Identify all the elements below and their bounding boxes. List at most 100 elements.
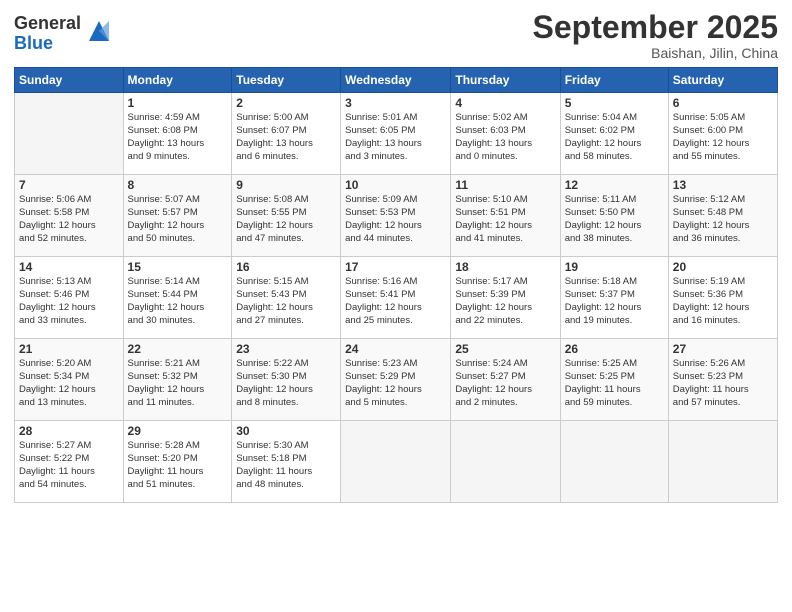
- table-row: 17Sunrise: 5:16 AMSunset: 5:41 PMDayligh…: [341, 257, 451, 339]
- table-row: 3 Sunrise: 5:01 AMSunset: 6:05 PMDaylight…: [341, 93, 451, 175]
- day-number: 4: [455, 96, 555, 110]
- day-info: Sunrise: 5:05 AMSunset: 6:00 PMDaylight:…: [673, 112, 773, 163]
- table-row: 14 Sunrise: 5:13 AMSunset: 5:46 PMDayligh…: [15, 257, 124, 339]
- header: General Blue September 2025 Baishan, Jil…: [14, 10, 778, 61]
- table-row: 2 Sunrise: 5:00 AMSunset: 6:07 PMDaylight…: [232, 93, 341, 175]
- day-info: Sunrise: 5:10 AMSunset: 5:51 PMDaylight:…: [455, 194, 555, 245]
- day-number: 26: [565, 342, 664, 356]
- day-number: 15: [128, 260, 228, 274]
- day-info: Sunrise: 5:08 AMSunset: 5:55 PMDaylight:…: [236, 194, 336, 245]
- day-info: Sunrise: 5:00 AMSunset: 6:07 PMDaylight:…: [236, 112, 336, 163]
- day-number: 18: [455, 260, 555, 274]
- table-row: 27 Sunrise: 5:26 AMSunset: 5:23 PMDayligh…: [668, 339, 777, 421]
- day-info: Sunrise: 5:09 AMSunset: 5:53 PMDaylight:…: [345, 194, 446, 245]
- day-info: Sunrise: 5:01 AMSunset: 6:05 PMDaylight:…: [345, 112, 446, 163]
- page: General Blue September 2025 Baishan, Jil…: [0, 0, 792, 612]
- day-number: 16: [236, 260, 336, 274]
- day-info: Sunrise: 5:06 AMSunset: 5:58 PMDaylight:…: [19, 194, 119, 245]
- table-row: [668, 421, 777, 503]
- day-info: Sunrise: 5:26 AMSunset: 5:23 PMDaylight:…: [673, 358, 773, 409]
- calendar-table: Sunday Monday Tuesday Wednesday Thursday…: [14, 67, 778, 503]
- day-number: 14: [19, 260, 119, 274]
- logo-blue: Blue: [14, 34, 81, 54]
- day-info: Sunrise: 5:21 AMSunset: 5:32 PMDaylight:…: [128, 358, 228, 409]
- logo-text: General Blue: [14, 14, 81, 54]
- day-number: 7: [19, 178, 119, 192]
- day-info: Sunrise: 5:12 AMSunset: 5:48 PMDaylight:…: [673, 194, 773, 245]
- table-row: 30Sunrise: 5:30 AMSunset: 5:18 PMDayligh…: [232, 421, 341, 503]
- day-info: Sunrise: 5:04 AMSunset: 6:02 PMDaylight:…: [565, 112, 664, 163]
- calendar-week-row: 21Sunrise: 5:20 AMSunset: 5:34 PMDayligh…: [15, 339, 778, 421]
- day-number: 10: [345, 178, 446, 192]
- title-block: September 2025 Baishan, Jilin, China: [533, 10, 778, 61]
- location: Baishan, Jilin, China: [533, 45, 778, 61]
- table-row: 11 Sunrise: 5:10 AMSunset: 5:51 PMDayligh…: [451, 175, 560, 257]
- day-number: 28: [19, 424, 119, 438]
- table-row: 22 Sunrise: 5:21 AMSunset: 5:32 PMDayligh…: [123, 339, 232, 421]
- day-number: 1: [128, 96, 228, 110]
- day-info: Sunrise: 5:28 AMSunset: 5:20 PMDaylight:…: [128, 440, 228, 491]
- table-row: [15, 93, 124, 175]
- day-info: Sunrise: 4:59 AMSunset: 6:08 PMDaylight:…: [128, 112, 228, 163]
- table-row: 15Sunrise: 5:14 AMSunset: 5:44 PMDayligh…: [123, 257, 232, 339]
- table-row: 10 Sunrise: 5:09 AMSunset: 5:53 PMDayligh…: [341, 175, 451, 257]
- table-row: [451, 421, 560, 503]
- table-row: 26 Sunrise: 5:25 AMSunset: 5:25 PMDayligh…: [560, 339, 668, 421]
- day-info: Sunrise: 5:24 AMSunset: 5:27 PMDaylight:…: [455, 358, 555, 409]
- table-row: 16 Sunrise: 5:15 AMSunset: 5:43 PMDayligh…: [232, 257, 341, 339]
- col-monday: Monday: [123, 68, 232, 93]
- table-row: 19 Sunrise: 5:18 AMSunset: 5:37 PMDayligh…: [560, 257, 668, 339]
- calendar-header-row: Sunday Monday Tuesday Wednesday Thursday…: [15, 68, 778, 93]
- day-info: Sunrise: 5:02 AMSunset: 6:03 PMDaylight:…: [455, 112, 555, 163]
- col-tuesday: Tuesday: [232, 68, 341, 93]
- table-row: 24 Sunrise: 5:23 AMSunset: 5:29 PMDayligh…: [341, 339, 451, 421]
- month-title: September 2025: [533, 10, 778, 45]
- col-saturday: Saturday: [668, 68, 777, 93]
- day-number: 27: [673, 342, 773, 356]
- calendar-week-row: 28 Sunrise: 5:27 AMSunset: 5:22 PMDayligh…: [15, 421, 778, 503]
- day-info: Sunrise: 5:15 AMSunset: 5:43 PMDaylight:…: [236, 276, 336, 327]
- day-info: Sunrise: 5:13 AMSunset: 5:46 PMDaylight:…: [19, 276, 119, 327]
- table-row: [341, 421, 451, 503]
- day-number: 8: [128, 178, 228, 192]
- day-info: Sunrise: 5:22 AMSunset: 5:30 PMDaylight:…: [236, 358, 336, 409]
- table-row: 23 Sunrise: 5:22 AMSunset: 5:30 PMDayligh…: [232, 339, 341, 421]
- day-number: 23: [236, 342, 336, 356]
- table-row: 13Sunrise: 5:12 AMSunset: 5:48 PMDayligh…: [668, 175, 777, 257]
- day-info: Sunrise: 5:07 AMSunset: 5:57 PMDaylight:…: [128, 194, 228, 245]
- day-number: 24: [345, 342, 446, 356]
- logo-general: General: [14, 14, 81, 34]
- table-row: 21Sunrise: 5:20 AMSunset: 5:34 PMDayligh…: [15, 339, 124, 421]
- day-number: 25: [455, 342, 555, 356]
- day-info: Sunrise: 5:17 AMSunset: 5:39 PMDaylight:…: [455, 276, 555, 327]
- col-friday: Friday: [560, 68, 668, 93]
- day-info: Sunrise: 5:11 AMSunset: 5:50 PMDaylight:…: [565, 194, 664, 245]
- day-info: Sunrise: 5:18 AMSunset: 5:37 PMDaylight:…: [565, 276, 664, 327]
- day-number: 11: [455, 178, 555, 192]
- calendar-week-row: 7 Sunrise: 5:06 AMSunset: 5:58 PMDaylight…: [15, 175, 778, 257]
- day-number: 22: [128, 342, 228, 356]
- logo: General Blue: [14, 14, 113, 54]
- day-info: Sunrise: 5:20 AMSunset: 5:34 PMDaylight:…: [19, 358, 119, 409]
- col-sunday: Sunday: [15, 68, 124, 93]
- day-info: Sunrise: 5:23 AMSunset: 5:29 PMDaylight:…: [345, 358, 446, 409]
- table-row: 18 Sunrise: 5:17 AMSunset: 5:39 PMDayligh…: [451, 257, 560, 339]
- day-number: 3: [345, 96, 446, 110]
- day-info: Sunrise: 5:16 AMSunset: 5:41 PMDaylight:…: [345, 276, 446, 327]
- day-number: 5: [565, 96, 664, 110]
- table-row: [560, 421, 668, 503]
- day-number: 2: [236, 96, 336, 110]
- day-number: 19: [565, 260, 664, 274]
- calendar-week-row: 14 Sunrise: 5:13 AMSunset: 5:46 PMDayligh…: [15, 257, 778, 339]
- day-number: 12: [565, 178, 664, 192]
- day-info: Sunrise: 5:25 AMSunset: 5:25 PMDaylight:…: [565, 358, 664, 409]
- table-row: 12 Sunrise: 5:11 AMSunset: 5:50 PMDayligh…: [560, 175, 668, 257]
- table-row: 6Sunrise: 5:05 AMSunset: 6:00 PMDaylight…: [668, 93, 777, 175]
- day-info: Sunrise: 5:27 AMSunset: 5:22 PMDaylight:…: [19, 440, 119, 491]
- table-row: 20Sunrise: 5:19 AMSunset: 5:36 PMDayligh…: [668, 257, 777, 339]
- table-row: 9Sunrise: 5:08 AMSunset: 5:55 PMDaylight…: [232, 175, 341, 257]
- day-info: Sunrise: 5:30 AMSunset: 5:18 PMDaylight:…: [236, 440, 336, 491]
- table-row: 25 Sunrise: 5:24 AMSunset: 5:27 PMDayligh…: [451, 339, 560, 421]
- calendar-week-row: 1 Sunrise: 4:59 AMSunset: 6:08 PMDaylight…: [15, 93, 778, 175]
- table-row: 8 Sunrise: 5:07 AMSunset: 5:57 PMDaylight…: [123, 175, 232, 257]
